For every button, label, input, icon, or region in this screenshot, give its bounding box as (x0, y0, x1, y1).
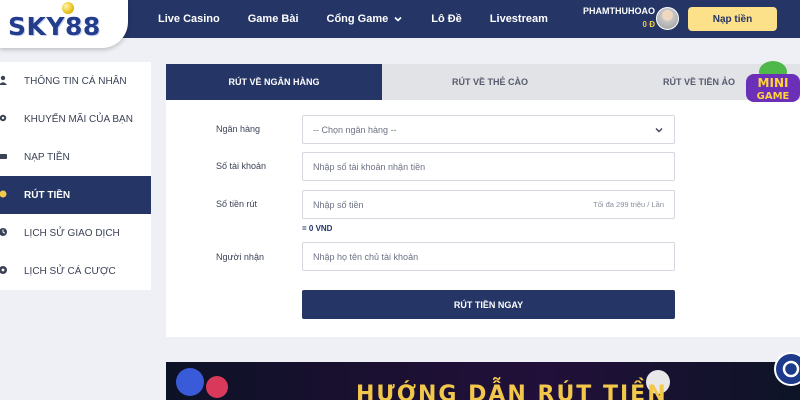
withdraw-icon (0, 190, 7, 198)
deposit-icon (0, 154, 7, 159)
banner-title: HƯỚNG DẪN RÚT TIỀN (356, 382, 668, 400)
ball-icon (0, 266, 7, 274)
sidebar-item-deposit[interactable]: NẠP TIỀN (0, 138, 151, 176)
nav-livestream[interactable]: Livestream (490, 13, 548, 25)
nav-game-bai[interactable]: Game Bài (248, 13, 299, 25)
sidebar-item-label: NẠP TIỀN (24, 151, 70, 163)
amount-label: Số tiền rút (216, 199, 258, 209)
tab-card[interactable]: RÚT VỀ THẺ CÀO (382, 64, 598, 100)
amount-input[interactable]: Nhập số tiền Tối đa 299 triệu / Lần (302, 190, 675, 219)
tab-bank[interactable]: RÚT VỀ NGÂN HÀNG (166, 64, 382, 100)
username: PHAMTHUHOAO (583, 6, 655, 16)
chevron-down-icon (394, 16, 402, 22)
nav-label: Cổng Game (326, 13, 389, 25)
sidebar-item-label: LỊCH SỬ GIAO DỊCH (24, 227, 120, 239)
bank-select-value: -- Chọn ngân hàng -- (313, 124, 397, 135)
chevron-down-icon (655, 128, 663, 133)
chat-button[interactable] (774, 352, 800, 386)
chat-icon (782, 360, 800, 378)
account-number-placeholder: Nhập số tài khoản nhận tiền (313, 161, 426, 172)
receiver-label: Người nhận (216, 252, 264, 262)
logo[interactable]: SKY88 (0, 0, 128, 48)
nav-live-casino[interactable]: Live Casino (158, 13, 220, 25)
withdraw-submit-button[interactable]: RÚT TIỀN NGAY (302, 290, 675, 319)
avatar[interactable] (656, 7, 679, 30)
sidebar-item-bet-history[interactable]: LỊCH SỬ CÁ CƯỢC (0, 252, 151, 290)
withdraw-panel: RÚT VỀ NGÂN HÀNG RÚT VỀ THẺ CÀO RÚT VỀ T… (166, 64, 800, 337)
amount-limit-hint: Tối đa 299 triệu / Lần (593, 200, 664, 209)
nav-label: Lô Đề (431, 13, 462, 25)
logo-text: SKY88 (8, 12, 101, 41)
sidebar-item-label: RÚT TIỀN (24, 189, 71, 201)
casino-chip-icon (206, 376, 228, 398)
amount-placeholder: Nhập số tiền (313, 199, 364, 210)
nav-cong-game[interactable]: Cổng Game (327, 13, 404, 25)
amount-conversion: = 0 VND (302, 224, 333, 233)
user-info[interactable]: PHAMTHUHOAO 0 Đ (583, 6, 655, 29)
sidebar-item-withdraw[interactable]: RÚT TIỀN (0, 176, 151, 214)
nav-lo-de[interactable]: Lô Đề (431, 13, 462, 25)
mini-game-badge[interactable]: MINI GAME (744, 56, 800, 106)
gear-icon (0, 114, 7, 122)
person-icon (0, 75, 7, 85)
sidebar-item-label: THÔNG TIN CÁ NHÂN (24, 75, 127, 87)
account-label: Số tài khoản (216, 161, 267, 171)
nav-label: Live Casino (158, 13, 220, 25)
bank-select[interactable]: -- Chọn ngân hàng -- (302, 115, 675, 144)
receiver-name-placeholder: Nhập họ tên chủ tài khoản (313, 251, 419, 262)
account-number-input[interactable]: Nhập số tài khoản nhận tiền (302, 152, 675, 181)
mini-game-line2: GAME (757, 91, 790, 102)
sidebar-item-label: LỊCH SỬ CÁ CƯỢC (24, 265, 116, 277)
guide-banner[interactable]: HƯỚNG DẪN RÚT TIỀN (166, 362, 800, 400)
mini-game-line1: MINI (758, 76, 789, 90)
user-balance: 0 Đ (642, 20, 655, 29)
nav-label: Game Bài (247, 13, 299, 25)
withdraw-tabs: RÚT VỀ NGÂN HÀNG RÚT VỀ THẺ CÀO RÚT VỀ T… (166, 64, 800, 100)
sidebar-item-label: KHUYẾN MÃI CỦA BẠN (24, 113, 133, 125)
sidebar-item-profile[interactable]: THÔNG TIN CÁ NHÂN (0, 62, 151, 100)
bank-label: Ngân hàng (216, 124, 261, 134)
receiver-name-input[interactable]: Nhập họ tên chủ tài khoản (302, 242, 675, 271)
clock-icon (0, 228, 7, 236)
main-nav: Live Casino Game Bài Cổng Game Lô Đề Liv… (158, 0, 576, 38)
sidebar-item-promotions[interactable]: KHUYẾN MÃI CỦA BẠN (0, 100, 151, 138)
sidebar-item-transaction-history[interactable]: LỊCH SỬ GIAO DỊCH (0, 214, 151, 252)
nav-label: Livestream (489, 13, 548, 25)
account-sidebar: THÔNG TIN CÁ NHÂN KHUYẾN MÃI CỦA BẠN NẠP… (0, 62, 151, 290)
casino-chip-icon (176, 368, 204, 396)
deposit-button[interactable]: Nạp tiền (688, 7, 777, 31)
